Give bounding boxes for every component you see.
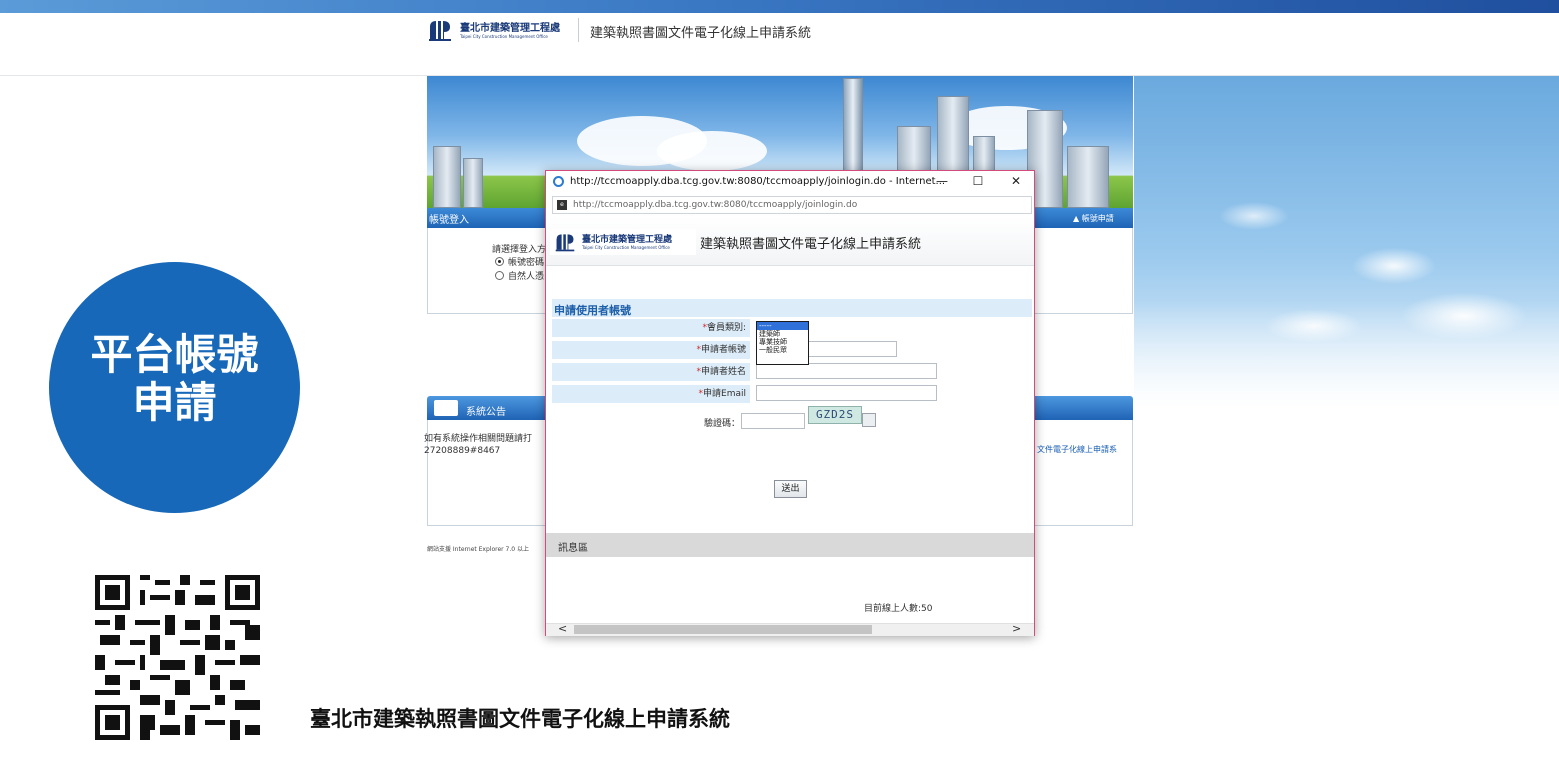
header-divider (578, 18, 579, 42)
submit-button[interactable]: 送出 (774, 480, 807, 498)
name-label: *申請者姓名 (552, 363, 750, 381)
captcha-image: GZD2S (808, 406, 862, 424)
popup-window: http://tccmoapply.dba.tcg.gov.tw:8080/tc… (545, 170, 1035, 636)
scrollbar-thumb[interactable] (574, 625, 872, 634)
qr-code-icon (95, 575, 260, 740)
message-area-bar (546, 533, 1034, 557)
login-option-password[interactable]: 帳號密碼 (495, 255, 544, 268)
account-apply-link[interactable]: ▲ 帳號申請 (1073, 213, 1114, 224)
login-option-label: 自然人憑 (508, 272, 545, 282)
popup-org-name: 臺北市建築管理工程處 (582, 235, 673, 245)
login-panel-title: 帳號登入 (429, 215, 469, 226)
dropdown-option[interactable]: 專業技師 (757, 338, 808, 346)
org-logo-icon (429, 21, 451, 41)
account-text: 申請者帳號 (700, 345, 746, 355)
member-type-dropdown[interactable]: ----- 建築師 專業技師 一般民眾 (756, 321, 809, 365)
captcha-label: 驗證碼： (704, 419, 741, 429)
member-type-text: 會員類別: (706, 323, 746, 333)
online-count: 目前線上人數:50 (864, 604, 933, 614)
banner-building (433, 146, 461, 208)
announcement-icon (434, 400, 458, 416)
user-icon: ▲ (1073, 214, 1080, 223)
popup-header: 臺北市建築管理工程處 Taipei City Construction Mana… (546, 217, 1034, 266)
popup-logo: 臺北市建築管理工程處 Taipei City Construction Mana… (550, 229, 696, 255)
banner-building (1067, 146, 1109, 208)
dropdown-option[interactable]: ----- (757, 322, 808, 330)
email-text: 申請Email (703, 389, 746, 399)
org-logo-icon (555, 234, 575, 252)
announcement-title: 系統公告 (466, 407, 506, 418)
login-method-prompt: 請選擇登入方 (492, 245, 547, 255)
page-icon: e (557, 200, 567, 210)
org-name-en: Taipei City Construction Management Offi… (460, 34, 548, 39)
sky-fade (1134, 300, 1559, 410)
popup-org-name-en: Taipei City Construction Management Offi… (582, 245, 670, 250)
form-title: 申請使用者帳號 (554, 304, 631, 317)
member-type-label: *會員類別: (552, 319, 750, 337)
promo-title-line1: 平台帳號 (90, 330, 259, 379)
dropdown-option[interactable]: 建築師 (757, 330, 808, 338)
dropdown-option[interactable]: 一般民眾 (757, 346, 808, 354)
captcha-input[interactable] (741, 413, 805, 429)
banner-building (463, 158, 483, 208)
name-input[interactable] (756, 363, 937, 379)
browser-support-note: 網站支援 Internet Explorer 7.0 以上 (427, 546, 529, 553)
login-option-certificate[interactable]: 自然人憑 (495, 269, 544, 282)
address-url: http://tccmoapply.dba.tcg.gov.tw:8080/tc… (573, 200, 858, 210)
announcement-text: 如有系統操作相關問題請打 27208889#8467 (424, 434, 533, 456)
maximize-button[interactable]: ☐ (968, 174, 988, 188)
org-name: 臺北市建築管理工程處 (460, 23, 560, 34)
promo-title-line2: 申請 (132, 378, 217, 427)
radio-unselected[interactable] (495, 271, 504, 280)
account-label: *申請者帳號 (552, 341, 750, 359)
popup-system-title: 建築執照書圖文件電子化線上申請系統 (700, 237, 922, 252)
email-label: *申請Email (552, 385, 750, 403)
captcha-refresh-button[interactable] (862, 413, 876, 427)
top-accent-bar (0, 0, 1559, 13)
email-input[interactable] (756, 385, 937, 401)
address-bar[interactable]: e http://tccmoapply.dba.tcg.gov.tw:8080/… (552, 196, 1032, 214)
announcement-link[interactable]: 文件電子化線上申請系 (1037, 444, 1117, 455)
banner-cloud (657, 131, 767, 171)
scroll-right-icon[interactable]: > (1012, 622, 1021, 635)
minimize-button[interactable]: — (932, 174, 952, 188)
ie-browser-icon (553, 176, 564, 187)
message-area-label: 訊息區 (558, 543, 588, 554)
scroll-left-icon[interactable]: < (558, 622, 567, 635)
radio-selected[interactable] (495, 257, 504, 266)
login-option-label: 帳號密碼 (508, 258, 545, 268)
account-apply-label: 帳號申請 (1081, 214, 1114, 223)
popup-window-title: http://tccmoapply.dba.tcg.gov.tw:8080/tc… (570, 176, 946, 187)
name-text: 申請者姓名 (700, 367, 746, 377)
footer-system-title: 臺北市建築執照書圖文件電子化線上申請系統 (310, 707, 730, 731)
close-button[interactable]: ✕ (1006, 174, 1026, 188)
system-title: 建築執照書圖文件電子化線上申請系統 (590, 26, 812, 41)
